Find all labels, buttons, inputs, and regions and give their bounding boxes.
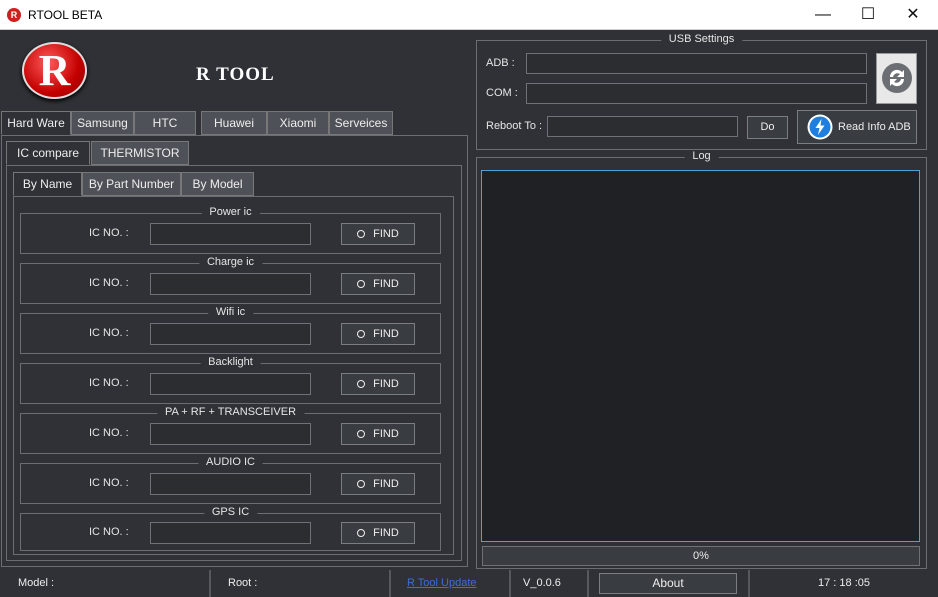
search-icon: [357, 280, 366, 288]
group-title: Backlight: [200, 356, 261, 368]
ic-group-charge: Charge ic IC NO. : FIND: [20, 256, 441, 304]
find-button[interactable]: FIND: [341, 522, 415, 544]
ic-no-input[interactable]: [150, 423, 311, 445]
search-icon: [357, 430, 366, 438]
ic-no-input[interactable]: [150, 223, 311, 245]
usb-settings-title: USB Settings: [660, 33, 743, 45]
find-button[interactable]: FIND: [341, 323, 415, 345]
tab-by-model[interactable]: By Model: [181, 172, 254, 196]
group-title: GPS IC: [203, 506, 258, 518]
window-title: RTOOL BETA: [28, 8, 103, 22]
tab-by-name[interactable]: By Name: [13, 172, 82, 196]
ic-no-input[interactable]: [150, 473, 311, 495]
lightning-icon: [807, 114, 833, 140]
find-button[interactable]: FIND: [341, 473, 415, 495]
ic-group-audio: AUDIO IC IC NO. : FIND: [20, 456, 441, 504]
app-client: R R TOOL Hard Ware Samsung HTC Huawei Xi…: [0, 31, 938, 597]
ic-group-gps: GPS IC IC NO. : FIND: [20, 506, 441, 551]
search-icon: [357, 529, 366, 537]
com-label: COM :: [486, 87, 518, 99]
adb-label: ADB :: [486, 57, 515, 69]
find-button[interactable]: FIND: [341, 223, 415, 245]
reboot-input[interactable]: [547, 116, 738, 137]
tab-xiaomi[interactable]: Xiaomi: [267, 111, 329, 135]
tab-thermistor[interactable]: THERMISTOR: [91, 141, 189, 165]
find-button[interactable]: FIND: [341, 423, 415, 445]
ic-no-label: IC NO. :: [89, 227, 129, 239]
tab-hardware[interactable]: Hard Ware: [1, 111, 71, 135]
adb-input[interactable]: [526, 53, 867, 74]
app-icon: R: [7, 8, 21, 22]
time-status: 17 : 18 :05: [818, 577, 870, 589]
find-button[interactable]: FIND: [341, 273, 415, 295]
refresh-button[interactable]: [876, 53, 917, 104]
version-status: V_0.0.6: [511, 570, 589, 597]
progress-bar: 0%: [482, 546, 920, 566]
search-icon: [357, 480, 366, 488]
ic-no-label: IC NO. :: [89, 526, 129, 538]
log-textbox[interactable]: [481, 170, 920, 542]
tab-htc[interactable]: HTC: [134, 111, 196, 135]
about-cell: About: [589, 570, 750, 597]
tab-by-part-number[interactable]: By Part Number: [82, 172, 181, 196]
rtool-update-link[interactable]: R Tool Update: [407, 577, 477, 589]
rtool-logo: R: [22, 42, 87, 99]
usb-settings-group: USB Settings ADB : COM : Reboot To : Do …: [476, 33, 927, 150]
ic-no-label: IC NO. :: [89, 277, 129, 289]
title-bar: R RTOOL BETA — ☐ ✕: [0, 0, 938, 30]
group-title: Wifi ic: [207, 306, 254, 318]
ic-no-label: IC NO. :: [89, 427, 129, 439]
minimize-button[interactable]: —: [800, 0, 846, 30]
ic-no-input[interactable]: [150, 273, 311, 295]
search-icon: [357, 380, 366, 388]
ic-group-backlight: Backlight IC NO. : FIND: [20, 356, 441, 404]
ic-no-input[interactable]: [150, 323, 311, 345]
log-title: Log: [684, 150, 719, 162]
ic-no-input[interactable]: [150, 373, 311, 395]
search-icon: [357, 230, 366, 238]
tab-ic-compare[interactable]: IC compare: [6, 141, 90, 165]
ic-group-wifi: Wifi ic IC NO. : FIND: [20, 306, 441, 354]
maximize-button[interactable]: ☐: [845, 0, 891, 30]
refresh-icon: [881, 63, 912, 93]
tab-huawei[interactable]: Huawei: [201, 111, 267, 135]
com-input[interactable]: [526, 83, 867, 104]
read-info-adb-button[interactable]: Read Info ADB: [797, 110, 917, 144]
group-title: AUDIO IC: [198, 456, 263, 468]
tab-serveices[interactable]: Serveices: [329, 111, 393, 135]
app-title: R TOOL: [196, 64, 275, 85]
update-link-cell: R Tool Update: [391, 570, 511, 597]
status-bar: Model : Root : R Tool Update V_0.0.6 Abo…: [0, 570, 938, 597]
ic-no-label: IC NO. :: [89, 477, 129, 489]
ic-group-pa-rf: PA + RF + TRANSCEIVER IC NO. : FIND: [20, 406, 441, 454]
about-button[interactable]: About: [599, 573, 737, 594]
ic-no-label: IC NO. :: [89, 377, 129, 389]
ic-group-power: Power ic IC NO. : FIND: [20, 206, 441, 254]
do-button[interactable]: Do: [747, 116, 788, 139]
find-button[interactable]: FIND: [341, 373, 415, 395]
ic-no-label: IC NO. :: [89, 327, 129, 339]
model-status: Model :: [0, 570, 211, 597]
close-button[interactable]: ✕: [890, 0, 936, 30]
search-icon: [357, 330, 366, 338]
group-title: PA + RF + TRANSCEIVER: [156, 406, 305, 418]
reboot-label: Reboot To :: [486, 120, 543, 132]
group-title: Charge ic: [198, 256, 263, 268]
group-title: Power ic: [201, 206, 260, 218]
root-status: Root :: [211, 570, 391, 597]
tab-samsung[interactable]: Samsung: [71, 111, 134, 135]
ic-no-input[interactable]: [150, 522, 311, 544]
